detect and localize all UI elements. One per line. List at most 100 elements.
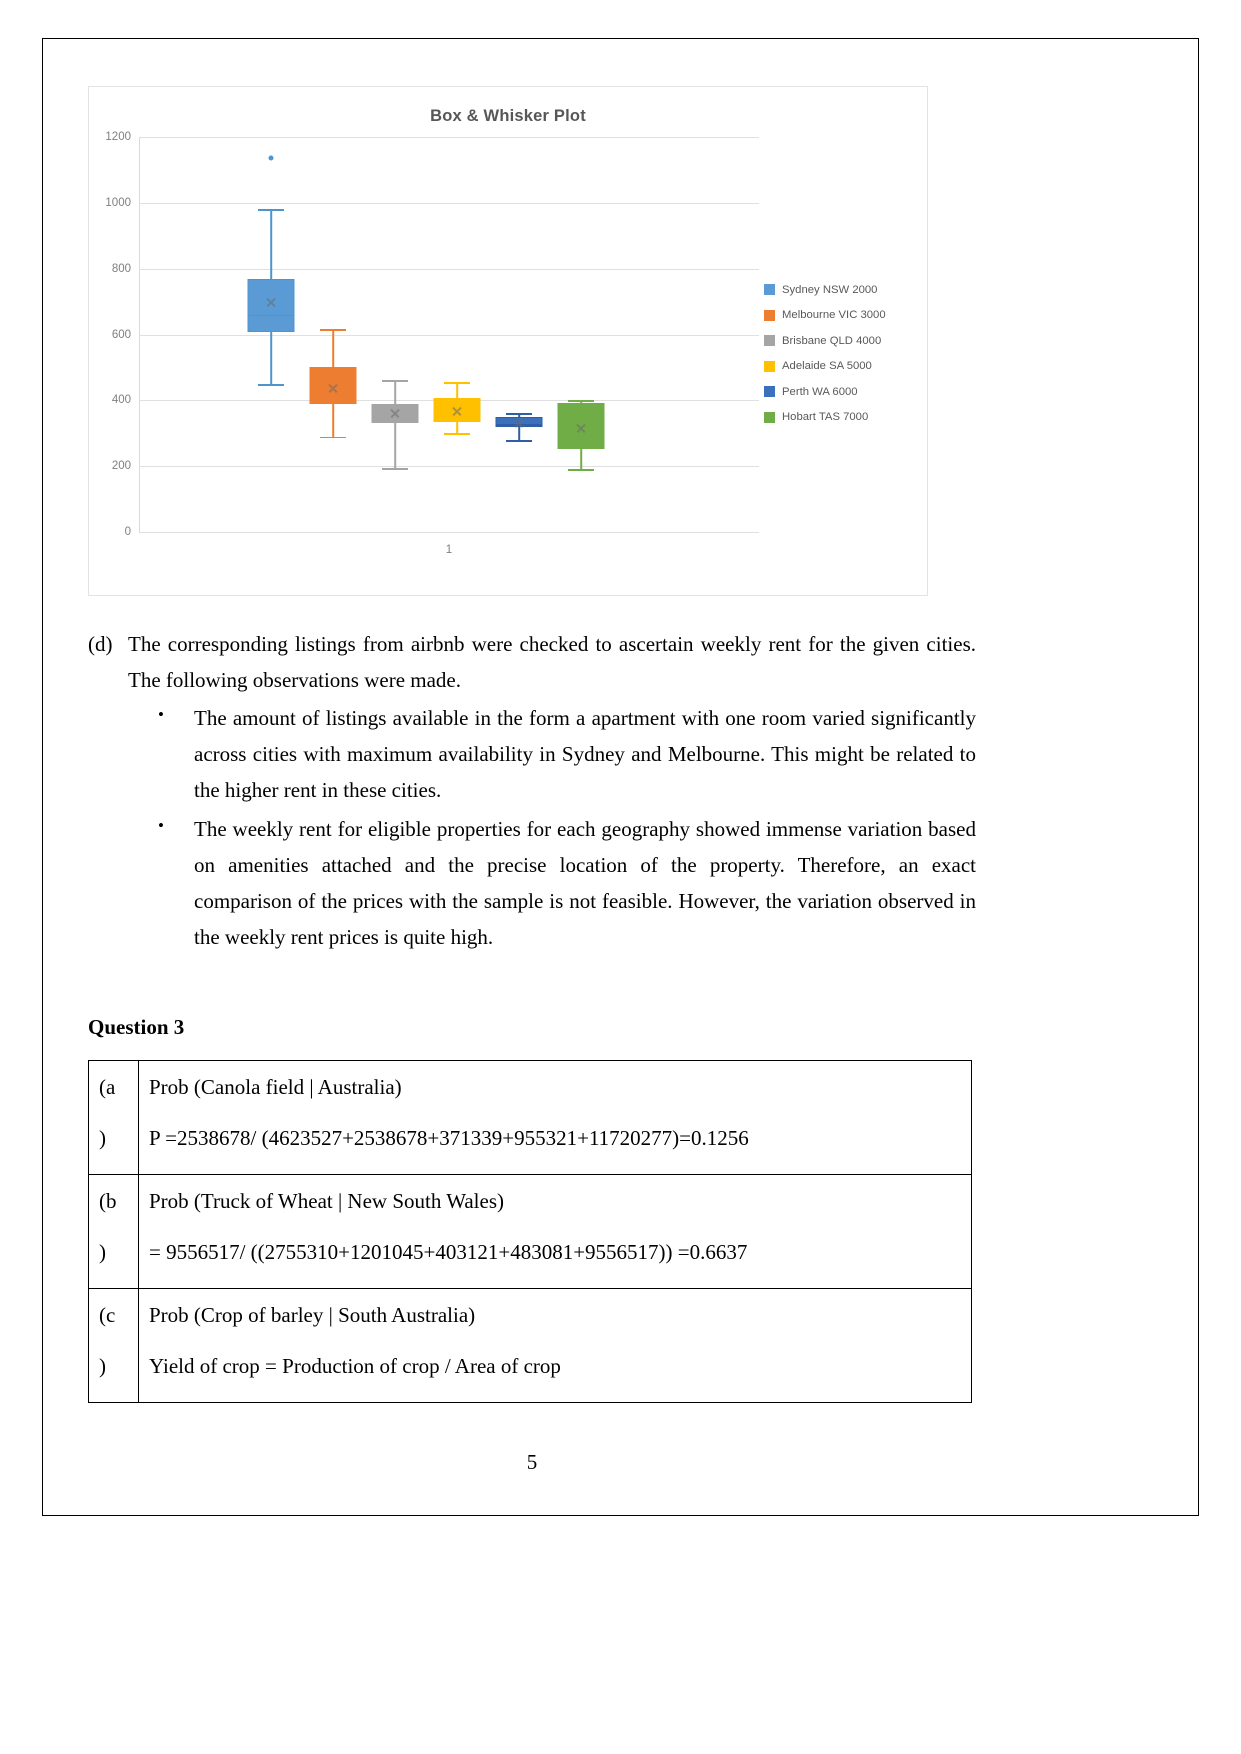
row-label-top: (b <box>99 1189 117 1214</box>
y-axis-tick-label: 800 <box>111 262 131 275</box>
chart-plot-area: 0 200 400 600 800 1000 1200 1 <box>105 131 759 556</box>
lower-whisker-cap <box>258 383 284 386</box>
chart-legend: Sydney NSW 2000 Melbourne VIC 3000 Brisban… <box>764 277 909 430</box>
lower-whisker-cap <box>506 439 532 442</box>
upper-whisker-cap <box>320 328 346 331</box>
legend-label: Melbourne VIC 3000 <box>782 309 886 322</box>
upper-whisker-cap <box>382 379 408 382</box>
legend-item[interactable]: Sydney NSW 2000 <box>764 277 909 303</box>
lower-whisker-cap <box>568 469 594 472</box>
observations-bullet-list: The amount of listings available in the … <box>88 700 976 955</box>
mean-marker-icon <box>514 417 525 428</box>
table-row: (a) Prob (Canola field | Australia) P =253… <box>88 1059 972 1176</box>
legend-swatch-icon <box>764 386 775 398</box>
row-formula: = 9556517/ ((2755310+1201045+403121+4830… <box>149 1239 748 1264</box>
upper-whisker-cap <box>568 400 594 403</box>
box-plot-series <box>550 137 612 532</box>
question-3-heading: Question 3 <box>88 1014 185 1039</box>
table-row-label: (c) <box>88 1288 139 1404</box>
paragraph-d-marker: (d) <box>88 632 113 656</box>
row-label-bottom: ) <box>99 1353 106 1378</box>
row-statement: Prob (Truck of Wheat | New South Wales) <box>149 1189 505 1214</box>
upper-whisker-cap <box>506 412 532 415</box>
row-label-bottom: ) <box>99 1239 106 1264</box>
legend-label: Brisbane QLD 4000 <box>782 334 882 347</box>
row-formula: Yield of crop = Production of crop / Are… <box>149 1353 561 1378</box>
table-row: (c) Prob (Crop of barley | South Australi… <box>88 1288 972 1404</box>
box-plot-series <box>488 137 550 532</box>
legend-label: Adelaide SA 5000 <box>782 360 872 373</box>
mean-marker-icon <box>328 382 339 393</box>
mean-marker-icon <box>576 422 587 433</box>
legend-label: Hobart TAS 7000 <box>782 411 869 424</box>
paragraph-d-text: The corresponding listings from airbnb w… <box>128 632 976 693</box>
legend-swatch-icon <box>764 284 775 296</box>
lower-whisker-cap <box>382 468 408 471</box>
legend-swatch-icon <box>764 335 775 347</box>
y-axis-tick-label: 0 <box>124 526 131 538</box>
x-axis-tick-label: 1 <box>445 544 453 556</box>
list-item: The amount of listings available in the … <box>156 700 976 808</box>
row-statement: Prob (Crop of barley | South Australia) <box>149 1303 476 1328</box>
box-plot-series <box>426 137 488 532</box>
outlier-point <box>268 155 274 161</box>
page-content: Box & Whisker Plot 0 200 400 600 800 1000 1200… <box>88 86 976 1474</box>
legend-item[interactable]: Brisbane QLD 4000 <box>764 328 909 354</box>
lower-whisker-line <box>456 421 458 434</box>
legend-item[interactable]: Perth WA 6000 <box>764 379 909 405</box>
table-row: (b) Prob (Truck of Wheat | New South Wale… <box>88 1174 972 1290</box>
y-axis-tick-label: 400 <box>111 394 131 407</box>
table-row-content: Prob (Crop of barley | South Australia) Y… <box>138 1288 972 1404</box>
y-axis-tick-label: 200 <box>111 460 131 473</box>
lower-whisker-line <box>518 427 520 440</box>
lower-whisker-line <box>394 423 396 469</box>
upper-whisker-line <box>456 382 458 399</box>
list-item: The weekly rent for eligible properties … <box>156 811 976 955</box>
table-row-label: (b) <box>88 1174 139 1290</box>
row-label-bottom: ) <box>99 1125 106 1150</box>
upper-whisker-line <box>332 328 334 368</box>
lower-whisker-cap <box>320 436 346 439</box>
table-row-label: (a) <box>88 1059 139 1176</box>
row-label-top: (a <box>99 1074 116 1099</box>
plot-inner: 0 200 400 600 800 1000 1200 <box>105 131 759 538</box>
legend-label: Sydney NSW 2000 <box>782 283 878 296</box>
median-line <box>310 393 356 396</box>
lower-whisker-line <box>580 449 582 470</box>
question-3-table: (a) Prob (Canola field | Australia) P =253… <box>88 1059 972 1404</box>
legend-item[interactable]: Hobart TAS 7000 <box>764 405 909 431</box>
lower-whisker-line <box>332 404 334 437</box>
legend-swatch-icon <box>764 360 775 372</box>
legend-item[interactable]: Adelaide SA 5000 <box>764 354 909 380</box>
legend-swatch-icon <box>764 411 775 423</box>
paragraph-d: (d) The corresponding listings from airb… <box>88 626 976 698</box>
legend-swatch-icon <box>764 309 775 321</box>
gridline <box>139 532 759 533</box>
median-line <box>434 417 480 420</box>
box-plot-series <box>364 137 426 532</box>
mean-marker-icon <box>266 296 277 307</box>
legend-item[interactable]: Melbourne VIC 3000 <box>764 303 909 329</box>
median-line <box>248 314 294 317</box>
lower-whisker-cap <box>444 433 470 436</box>
upper-whisker-line <box>270 208 272 279</box>
y-axis-tick-label: 1200 <box>105 131 131 143</box>
upper-whisker-line <box>394 379 396 404</box>
chart-title: Box & Whisker Plot <box>430 107 586 125</box>
y-axis-tick-label: 1000 <box>105 196 131 209</box>
page-number: 5 <box>526 1450 538 1475</box>
row-label-top: (c <box>99 1303 116 1328</box>
box-plot-series <box>240 137 302 532</box>
table-row-content: Prob (Canola field | Australia) P =253867… <box>138 1059 972 1176</box>
table-row-content: Prob (Truck of Wheat | New South Wales) =… <box>138 1174 972 1290</box>
box-whisker-chart: Box & Whisker Plot 0 200 400 600 800 1000 1200… <box>88 86 928 596</box>
lower-whisker-line <box>270 331 272 384</box>
upper-whisker-cap <box>444 382 470 385</box>
y-axis-tick-label: 600 <box>111 328 131 341</box>
box-plot-series <box>302 137 364 532</box>
row-formula: P =2538678/ (4623527+2538678+371339+9553… <box>149 1125 749 1150</box>
row-statement: Prob (Canola field | Australia) <box>149 1074 402 1099</box>
upper-whisker-cap <box>258 208 284 211</box>
mean-marker-icon <box>390 407 401 418</box>
mean-marker-icon <box>452 405 463 416</box>
